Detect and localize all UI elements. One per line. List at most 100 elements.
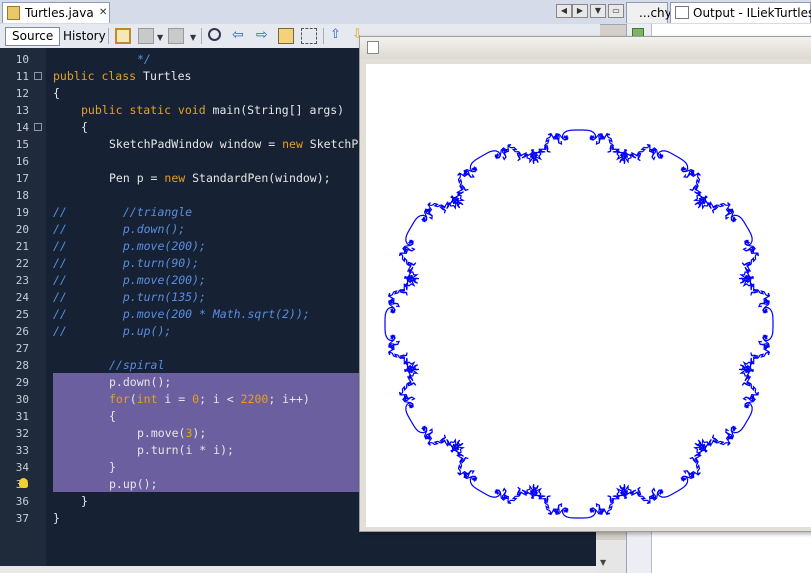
tab-turtles-java[interactable]: Turtles.java ✕ [2, 2, 110, 23]
line-number-gutter: 10 11 12 13 14 15 16 17 18 19 20 21 22 23 24 25 26 27 28 29… [0, 48, 46, 566]
line-number: 17 [15, 172, 29, 185]
code-token: SketchP [302, 137, 359, 151]
tab-output[interactable]: Output - ILiekTurtles ( [670, 2, 811, 23]
java-app-icon [367, 41, 379, 54]
line-number: 11 [15, 70, 29, 83]
code-token: p.move(200); [122, 239, 206, 253]
scroll-down-icon[interactable]: ▼ [600, 558, 606, 567]
code-line: } [53, 510, 60, 527]
comment-slashes: // [53, 239, 67, 253]
code-token: { [81, 120, 88, 134]
line-number: 23 [15, 274, 29, 287]
toggle-highlight-icon[interactable] [278, 28, 294, 44]
fold-marker-icon[interactable] [34, 123, 42, 131]
code-token: int [136, 392, 158, 406]
code-token: StandardPen(window); [185, 171, 331, 185]
source-button[interactable]: Source [5, 27, 61, 46]
toolbar-separator [201, 28, 202, 44]
code-line: // p.move(200); [53, 238, 206, 255]
code-token: p.turn(i * i); [137, 443, 234, 457]
code-line: SketchPadWindow window = new SketchP [109, 136, 358, 153]
sketchpad-window[interactable] [359, 36, 811, 532]
restore-window-icon[interactable]: ▭ [608, 4, 624, 18]
code-token: 2200 [240, 392, 269, 406]
comment-slashes: // [53, 273, 67, 287]
comment-slashes: // [53, 307, 67, 321]
fold-marker-icon[interactable] [34, 72, 42, 80]
java-file-icon [7, 6, 20, 20]
code-line: // p.down(); [53, 221, 185, 238]
code-token: main(String[] args) [205, 103, 345, 117]
forward-dropdown-icon[interactable]: ▼ [190, 33, 196, 42]
history-button[interactable]: History [56, 27, 113, 46]
scroll-left-icon[interactable]: ◀ [556, 4, 572, 18]
line-number: 25 [15, 308, 29, 321]
code-line: } [109, 459, 116, 476]
drawing-canvas[interactable] [366, 64, 811, 527]
code-line: */ [137, 51, 151, 68]
code-line: // p.turn(90); [53, 255, 199, 272]
comment-slashes: // [53, 205, 67, 219]
code-token: { [109, 409, 116, 423]
code-token: Turtles [136, 69, 192, 83]
line-number: 13 [15, 104, 29, 117]
line-number: 30 [15, 393, 29, 406]
code-line: p.up(); [109, 476, 157, 493]
code-token: p.up(); [122, 324, 172, 338]
line-number: 33 [15, 444, 29, 457]
code-token: public static void [81, 103, 206, 117]
line-number: 26 [15, 325, 29, 338]
prev-bookmark-icon[interactable]: ⇧ [330, 28, 346, 44]
find-previous-icon[interactable]: ⇦ [232, 28, 248, 44]
code-line: { [109, 408, 116, 425]
line-number: 18 [15, 189, 29, 202]
line-number: 28 [15, 359, 29, 372]
code-line: Pen p = new StandardPen(window); [109, 170, 331, 187]
code-token: //spiral [109, 358, 165, 372]
rect-select-icon[interactable] [301, 28, 317, 44]
line-number: 21 [15, 240, 29, 253]
line-number: 15 [15, 138, 29, 151]
code-line: for(int i = 0; i < 2200; i++) [109, 391, 310, 408]
line-number: 20 [15, 223, 29, 236]
code-token: p.turn(135); [122, 290, 206, 304]
tab-label: Output - ILiekTurtles ( [693, 6, 811, 20]
line-number: 12 [15, 87, 29, 100]
code-token: i = [157, 392, 193, 406]
code-line: // //triangle [53, 204, 192, 221]
code-line: // p.move(200); [53, 272, 206, 289]
tab-label: ...chy [639, 6, 672, 20]
line-number: 34 [15, 461, 29, 474]
code-line: public class Turtles [53, 68, 191, 85]
editor-scrollbar[interactable]: ▼ [596, 540, 626, 573]
hint-bulb-icon[interactable] [19, 478, 28, 488]
code-line: public static void main(String[] args) [81, 102, 344, 119]
code-line: p.move(3); [137, 425, 206, 442]
back-dropdown-icon[interactable]: ▼ [157, 33, 163, 42]
code-token: ( [129, 392, 137, 406]
forward-icon[interactable] [168, 28, 184, 44]
tab-hierarchy[interactable]: ...chy [626, 2, 672, 23]
line-number: 22 [15, 257, 29, 270]
code-token: //triangle [122, 205, 193, 219]
line-number: 16 [15, 155, 29, 168]
window-titlebar[interactable] [360, 37, 811, 59]
comment-slashes: // [53, 324, 67, 338]
turtle-path [384, 129, 774, 519]
last-edit-icon[interactable] [115, 28, 131, 44]
tab-list-dropdown-icon[interactable]: ▼ [590, 4, 606, 18]
code-token: for [109, 392, 130, 406]
close-tab-icon[interactable]: ✕ [99, 3, 107, 23]
scroll-right-icon[interactable]: ▶ [572, 4, 588, 18]
code-line: p.down(); [109, 374, 171, 391]
code-token: public class [53, 69, 137, 83]
find-icon[interactable] [208, 28, 221, 41]
find-next-icon[interactable]: ⇨ [256, 28, 272, 44]
code-token: { [53, 86, 60, 100]
code-token: p.turn(90); [122, 256, 200, 270]
toolbar-separator [108, 28, 109, 44]
line-number: 10 [15, 53, 29, 66]
line-number: 32 [15, 427, 29, 440]
back-icon[interactable] [138, 28, 154, 44]
code-line: // p.turn(135); [53, 289, 206, 306]
